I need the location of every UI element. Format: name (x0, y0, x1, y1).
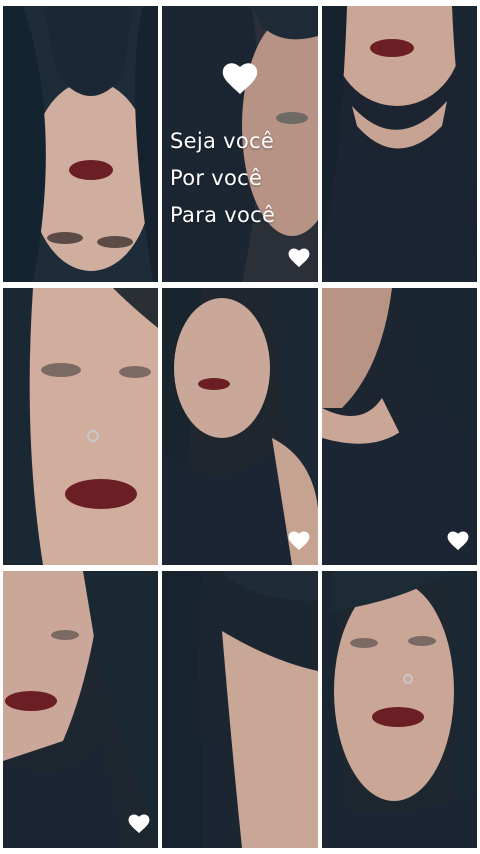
like-heart-icon[interactable] (288, 248, 310, 268)
grid-tile-6[interactable] (322, 288, 477, 565)
grid-tile-4[interactable] (3, 288, 158, 565)
grid-tile-8[interactable] (162, 571, 318, 848)
grid-tile-3[interactable] (322, 6, 477, 282)
photo-thumbnail (3, 571, 158, 848)
grid-tile-9[interactable] (322, 571, 477, 848)
like-heart-icon[interactable] (447, 531, 469, 551)
grid-tile-5[interactable] (162, 288, 318, 565)
quote-text: Seja você Por você Para você (170, 123, 315, 234)
like-heart-icon[interactable] (288, 531, 310, 551)
grid-tile-7[interactable] (3, 571, 158, 848)
like-heart-icon[interactable] (128, 814, 150, 834)
quote-line-2: Por você (170, 166, 263, 190)
photo-thumbnail (3, 288, 158, 565)
photo-thumbnail (322, 288, 477, 565)
photo-grid: Seja você Por você Para você (0, 0, 480, 854)
photo-thumbnail (3, 6, 158, 282)
photo-thumbnail (162, 288, 318, 565)
photo-thumbnail (322, 571, 477, 848)
photo-thumbnail (322, 6, 477, 282)
heart-icon (222, 62, 258, 96)
grid-tile-2[interactable]: Seja você Por você Para você (162, 6, 318, 282)
quote-line-1: Seja você (170, 129, 275, 153)
photo-thumbnail (162, 571, 318, 848)
quote-line-3: Para você (170, 203, 276, 227)
grid-tile-1[interactable] (3, 6, 158, 282)
